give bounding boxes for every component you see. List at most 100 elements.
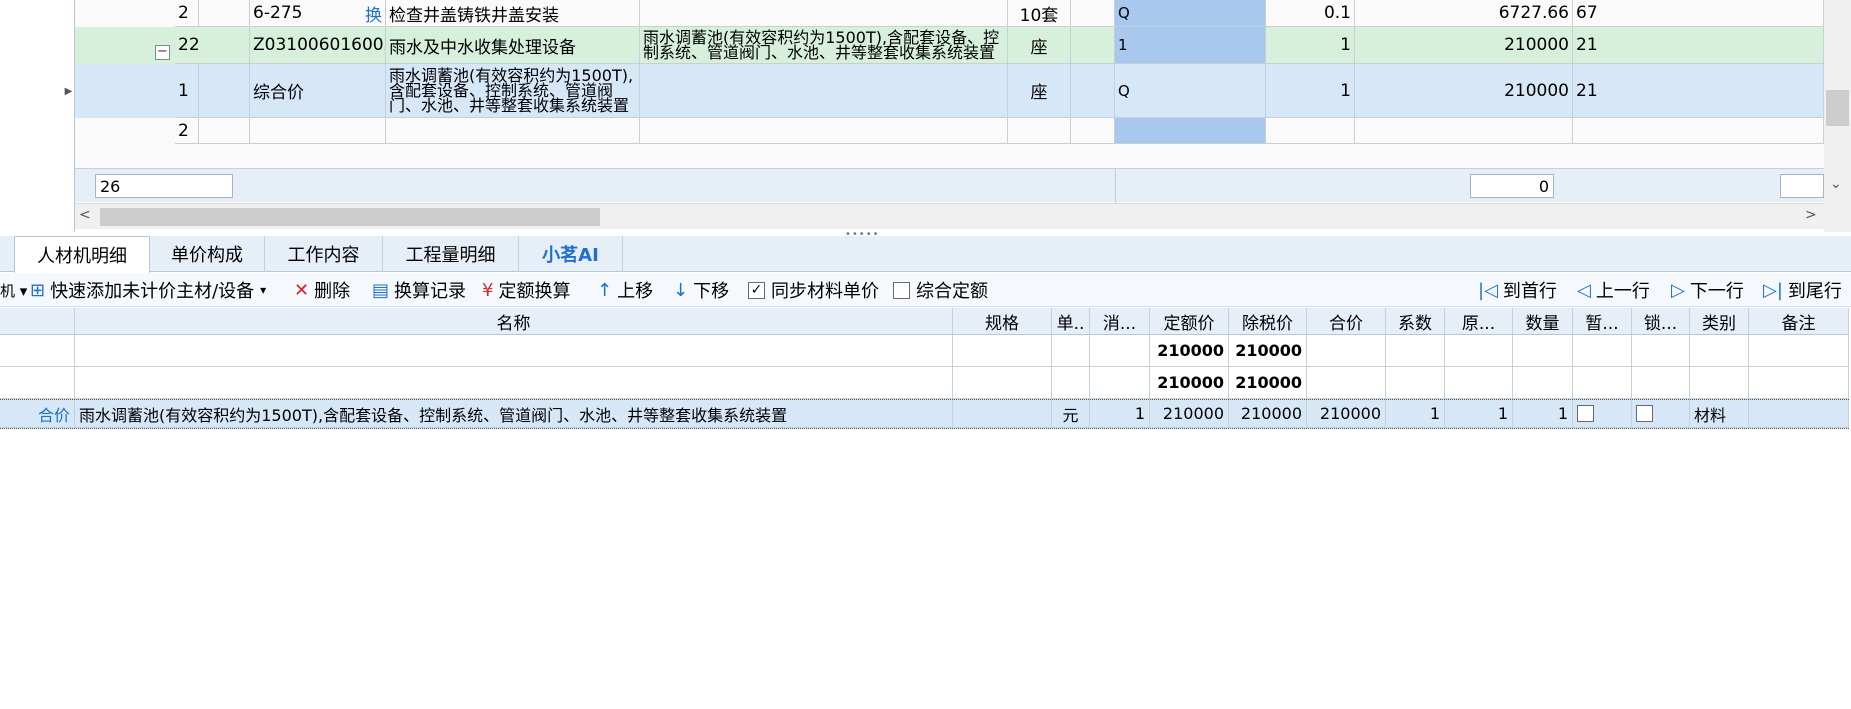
- temp-cell[interactable]: [1573, 367, 1632, 399]
- tax-ex-price-cell[interactable]: 210000: [1229, 400, 1307, 428]
- total-summary-field[interactable]: [1780, 174, 1824, 198]
- coef-cell[interactable]: [1386, 367, 1445, 399]
- feature-cell[interactable]: 雨水调蓄池(有效容积约为1500T),含配套设备、控制系统、管道阀门、水池、井等…: [640, 27, 1008, 64]
- expr-cell[interactable]: 1: [1115, 27, 1266, 64]
- total-cell[interactable]: [1307, 335, 1386, 367]
- column-header-tax-ex-price[interactable]: 除税价: [1229, 308, 1307, 335]
- name-cell[interactable]: 雨水及中水收集处理设备: [386, 27, 640, 64]
- unit-cell[interactable]: [1052, 367, 1090, 399]
- unit-cell[interactable]: 10套: [1008, 0, 1071, 27]
- price-cell[interactable]: 6727.66: [1355, 0, 1573, 27]
- horizontal-scrollbar[interactable]: < >: [75, 203, 1824, 229]
- temp-checkbox[interactable]: [1577, 405, 1594, 422]
- total-cell[interactable]: [1307, 367, 1386, 399]
- total-cell[interactable]: 21: [1573, 27, 1824, 64]
- move-down-button[interactable]: ↓ 下移: [673, 273, 729, 307]
- feature-cell[interactable]: [640, 0, 1008, 27]
- column-header-name[interactable]: 名称: [75, 308, 953, 335]
- category-cell[interactable]: [1690, 367, 1749, 399]
- table-row[interactable]: 22 Z031006016002 雨水及中水收集处理设备 雨水调蓄池(有效容积约…: [75, 27, 1824, 64]
- scroll-right-icon[interactable]: >: [1805, 207, 1817, 223]
- code-cell[interactable]: Z031006016002: [250, 27, 386, 64]
- lock-cell[interactable]: [1632, 400, 1690, 428]
- orig-cell[interactable]: [1445, 335, 1513, 367]
- swap-record-button[interactable]: ▤ 换算记录: [372, 273, 466, 307]
- column-header-temp[interactable]: 暂...: [1573, 308, 1632, 335]
- unit-cell[interactable]: [1052, 335, 1090, 367]
- scroll-thumb[interactable]: [100, 208, 600, 226]
- qty-cell[interactable]: 0.1: [1266, 0, 1355, 27]
- expr-cell[interactable]: Q: [1115, 0, 1266, 27]
- tab-unit-price[interactable]: 单价构成: [150, 236, 265, 272]
- unit-cell[interactable]: 座: [1008, 64, 1071, 118]
- column-header-category[interactable]: 类别: [1690, 308, 1749, 335]
- price-cell[interactable]: 210000: [1355, 64, 1573, 118]
- table-row[interactable]: 2: [75, 118, 1824, 168]
- total-cell[interactable]: 67: [1573, 0, 1824, 27]
- price-cell[interactable]: 210000: [1355, 27, 1573, 64]
- delete-button[interactable]: ✕ 删除: [294, 273, 350, 307]
- temp-cell[interactable]: [1573, 335, 1632, 367]
- type-cell[interactable]: [0, 335, 75, 367]
- column-header-qty[interactable]: 数量: [1513, 308, 1573, 335]
- column-header-coef[interactable]: 系数: [1386, 308, 1445, 335]
- column-header-spec[interactable]: 规格: [953, 308, 1052, 335]
- sync-price-checkbox[interactable]: ✓ 同步材料单价: [748, 273, 879, 307]
- expr-cell[interactable]: Q: [1115, 64, 1266, 118]
- tab-work-content[interactable]: 工作内容: [265, 236, 383, 272]
- temp-cell[interactable]: [1573, 400, 1632, 428]
- qty-cell[interactable]: 1: [1513, 400, 1573, 428]
- combined-quota-checkbox[interactable]: 综合定额: [893, 273, 988, 307]
- consume-cell[interactable]: [1090, 367, 1150, 399]
- quick-add-button[interactable]: ⊞ 快速添加未计价主材/设备 ▾: [30, 273, 266, 307]
- lock-checkbox[interactable]: [1636, 405, 1653, 422]
- quota-price-cell[interactable]: 210000: [1150, 400, 1229, 428]
- consume-cell[interactable]: [1090, 335, 1150, 367]
- checkbox-icon[interactable]: [893, 281, 910, 299]
- column-header-orig[interactable]: 原...: [1445, 308, 1513, 335]
- unit-cell[interactable]: 座: [1008, 27, 1071, 64]
- next-row-button[interactable]: ▷ 下一行: [1671, 273, 1744, 307]
- lock-cell[interactable]: [1632, 367, 1690, 399]
- qty-cell[interactable]: [1513, 367, 1573, 399]
- type-cell[interactable]: 合价: [0, 400, 75, 428]
- table-row[interactable]: 210000 210000: [0, 335, 1849, 367]
- name-cell[interactable]: [75, 367, 953, 399]
- spec-cell[interactable]: [953, 400, 1052, 428]
- name-cell[interactable]: [75, 335, 953, 367]
- column-header-consume[interactable]: 消...: [1090, 308, 1150, 335]
- column-header-total[interactable]: 合价: [1307, 308, 1386, 335]
- column-header-lock[interactable]: 锁...: [1632, 308, 1690, 335]
- collapse-icon[interactable]: −: [155, 45, 170, 60]
- total-cell[interactable]: [1573, 118, 1824, 144]
- column-header-quota-price[interactable]: 定额价: [1150, 308, 1229, 335]
- tab-quantity-detail[interactable]: 工程量明细: [383, 236, 519, 272]
- tax-ex-price-cell[interactable]: 210000: [1229, 335, 1307, 367]
- type-cell[interactable]: [0, 367, 75, 399]
- quota-price-cell[interactable]: 210000: [1150, 335, 1229, 367]
- category-cell[interactable]: 材料: [1690, 400, 1749, 428]
- tab-labor-material[interactable]: 人材机明细: [14, 236, 150, 273]
- column-header-type[interactable]: [0, 308, 75, 335]
- qty-cell[interactable]: [1513, 335, 1573, 367]
- row-count-field[interactable]: 26: [95, 174, 233, 198]
- expr-cell[interactable]: [1115, 118, 1266, 144]
- chevron-down-icon[interactable]: ▾: [260, 283, 266, 297]
- tax-ex-price-cell[interactable]: 210000: [1229, 367, 1307, 399]
- vertical-scrollbar[interactable]: ⌄: [1824, 0, 1851, 232]
- quota-price-cell[interactable]: 210000: [1150, 367, 1229, 399]
- qty-cell[interactable]: [1266, 118, 1355, 144]
- qty-cell[interactable]: 1: [1266, 64, 1355, 118]
- table-row[interactable]: 2 6-275 换 检查井盖铸铁井盖安装 10套 Q 0.1 6727.66 6…: [75, 0, 1824, 27]
- remark-cell[interactable]: [1749, 335, 1849, 367]
- column-header-unit[interactable]: 单..: [1052, 308, 1090, 335]
- remark-cell[interactable]: [1749, 367, 1849, 399]
- scroll-left-icon[interactable]: <: [79, 207, 91, 223]
- coef-cell[interactable]: [1386, 335, 1445, 367]
- qty-cell[interactable]: 1: [1266, 27, 1355, 64]
- name-cell[interactable]: 检查井盖铸铁井盖安装: [386, 0, 640, 27]
- table-row[interactable]: 1 综合价 雨水调蓄池(有效容积约为1500T),含配套设备、控制系统、管道阀门…: [75, 64, 1824, 118]
- move-up-button[interactable]: ↑ 上移: [597, 273, 653, 307]
- first-row-button[interactable]: |◁ 到首行: [1478, 273, 1557, 307]
- dropdown-arrow-icon[interactable]: 机 ▾: [0, 273, 27, 307]
